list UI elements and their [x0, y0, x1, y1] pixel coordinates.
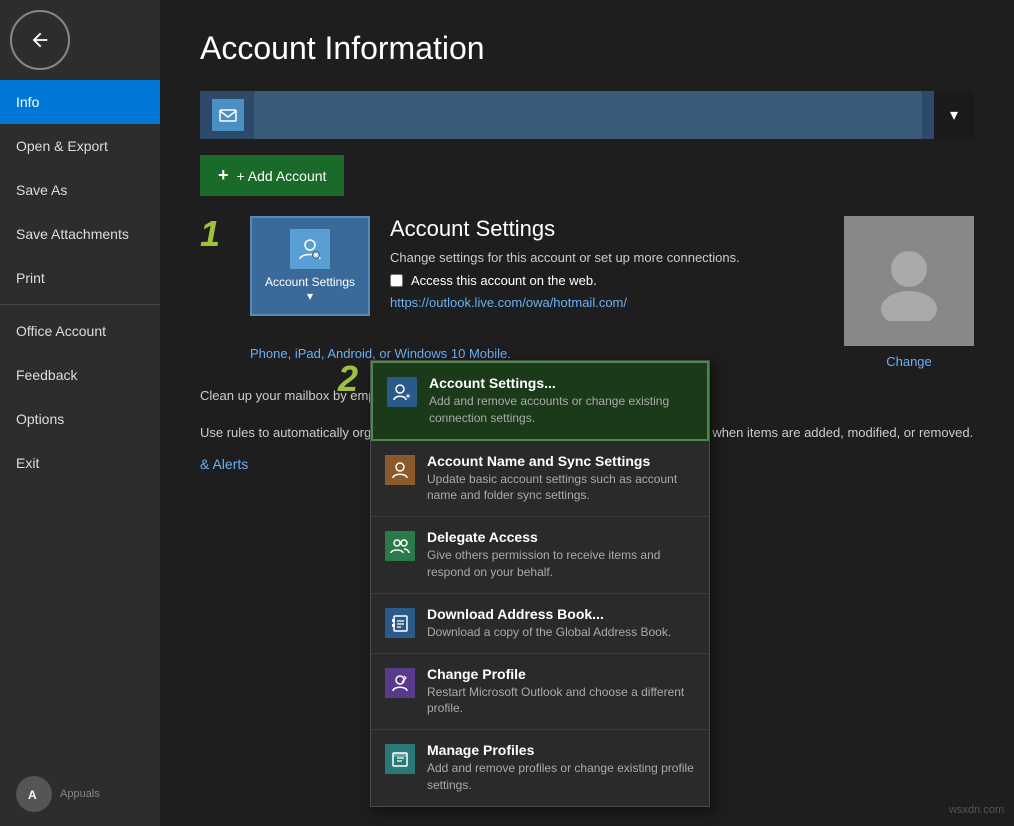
account-dropdown-button[interactable]: ▾	[934, 91, 974, 139]
avatar-box	[844, 216, 974, 346]
dropdown-desc-address-book: Download a copy of the Global Address Bo…	[427, 624, 695, 641]
step-2-label: 2	[338, 358, 358, 400]
sidebar-item-save-attachments[interactable]: Save Attachments	[0, 212, 160, 256]
alerts-label: & Alerts	[200, 456, 248, 472]
step-1-label: 1	[200, 216, 230, 252]
svg-text:A: A	[28, 788, 37, 802]
sidebar-item-office-account[interactable]: Office Account	[0, 309, 160, 353]
address-book-icon	[390, 613, 410, 633]
logo-icon: A	[16, 776, 52, 812]
divider-1	[0, 304, 160, 305]
account-gear-icon	[296, 235, 324, 263]
app-logo: A Appuals	[0, 762, 160, 826]
sidebar-item-info[interactable]: Info	[0, 80, 160, 124]
outlook-link[interactable]: https://outlook.live.com/owa/hotmail.com…	[390, 295, 627, 310]
add-account-button[interactable]: + + Add Account	[200, 155, 344, 196]
dropdown-title-account-settings: Account Settings...	[429, 375, 693, 391]
page-title: Account Information	[200, 30, 974, 67]
dropdown-title-address-book: Download Address Book...	[427, 606, 695, 622]
dropdown-content-delegate: Delegate Access Give others permission t…	[427, 529, 695, 581]
avatar-icon	[869, 241, 949, 321]
back-button[interactable]	[10, 10, 70, 70]
dropdown-desc-account-settings: Add and remove accounts or change existi…	[429, 393, 693, 427]
dropdown-desc-change-profile: Restart Microsoft Outlook and choose a d…	[427, 684, 695, 718]
dropdown-icon-name-sync	[385, 455, 415, 485]
dropdown-item-account-settings[interactable]: Account Settings... Add and remove accou…	[371, 361, 709, 441]
back-icon	[29, 29, 51, 51]
manage-profiles-icon	[390, 749, 410, 769]
account-settings-section: 1 Account Settings ▾ Account Settings Ch…	[200, 216, 974, 316]
sidebar-item-options[interactable]: Options	[0, 397, 160, 441]
dropdown-item-address-book[interactable]: Download Address Book... Download a copy…	[371, 594, 709, 654]
dropdown-content-change-profile: Change Profile Restart Microsoft Outlook…	[427, 666, 695, 718]
account-settings-icon	[290, 229, 330, 269]
dropdown-title-change-profile: Change Profile	[427, 666, 695, 682]
delegate-icon	[390, 536, 410, 556]
account-bar: ▾	[200, 91, 974, 139]
account-icon	[212, 99, 244, 131]
sidebar-item-feedback[interactable]: Feedback	[0, 353, 160, 397]
account-settings-menu-icon	[392, 382, 412, 402]
dropdown-icon-manage-profiles	[385, 744, 415, 774]
access-label: Access this account on the web.	[411, 273, 597, 288]
dropdown-item-delegate[interactable]: Delegate Access Give others permission t…	[371, 517, 709, 594]
dropdown-icon-change-profile	[385, 668, 415, 698]
dropdown-icon-delegate	[385, 531, 415, 561]
dropdown-item-change-profile[interactable]: Change Profile Restart Microsoft Outlook…	[371, 654, 709, 731]
dropdown-desc-manage-profiles: Add and remove profiles or change existi…	[427, 760, 695, 794]
dropdown-menu: Account Settings... Add and remove accou…	[370, 360, 710, 807]
dropdown-content-name-sync: Account Name and Sync Settings Update ba…	[427, 453, 695, 505]
access-checkbox[interactable]	[390, 274, 403, 287]
account-settings-btn-label: Account Settings ▾	[262, 275, 358, 304]
sidebar: Info Open & Export Save As Save Attachme…	[0, 0, 160, 826]
sidebar-nav: Info Open & Export Save As Save Attachme…	[0, 80, 160, 762]
sidebar-item-print[interactable]: Print	[0, 256, 160, 300]
dropdown-title-manage-profiles: Manage Profiles	[427, 742, 695, 758]
dropdown-desc-name-sync: Update basic account settings such as ac…	[427, 471, 695, 505]
dropdown-icon-address-book	[385, 608, 415, 638]
dropdown-content-account-settings: Account Settings... Add and remove accou…	[429, 375, 693, 427]
dropdown-content-address-book: Download Address Book... Download a copy…	[427, 606, 695, 641]
dropdown-icon-account-settings	[387, 377, 417, 407]
watermark-text: Appuals	[60, 788, 100, 800]
account-email-bar	[200, 91, 934, 139]
add-icon: +	[218, 165, 229, 186]
dropdown-item-name-sync[interactable]: Account Name and Sync Settings Update ba…	[371, 441, 709, 518]
email-icon	[218, 105, 238, 125]
dropdown-desc-delegate: Give others permission to receive items …	[427, 547, 695, 581]
dropdown-title-name-sync: Account Name and Sync Settings	[427, 453, 695, 469]
change-profile-icon	[390, 673, 410, 693]
avatar-section: Change	[844, 216, 974, 369]
sidebar-item-open-export[interactable]: Open & Export	[0, 124, 160, 168]
account-settings-button[interactable]: Account Settings ▾	[250, 216, 370, 316]
main-content: Account Information ▾ + + Add Account 1	[160, 0, 1014, 826]
appuals-logo: A	[23, 783, 45, 805]
sync-icon	[390, 460, 410, 480]
change-avatar-link[interactable]: Change	[886, 354, 932, 369]
watermark: wsxdn.com	[949, 804, 1004, 816]
sidebar-item-exit[interactable]: Exit	[0, 441, 160, 485]
dropdown-item-manage-profiles[interactable]: Manage Profiles Add and remove profiles …	[371, 730, 709, 806]
dropdown-content-manage-profiles: Manage Profiles Add and remove profiles …	[427, 742, 695, 794]
dropdown-title-delegate: Delegate Access	[427, 529, 695, 545]
sidebar-item-save-as[interactable]: Save As	[0, 168, 160, 212]
